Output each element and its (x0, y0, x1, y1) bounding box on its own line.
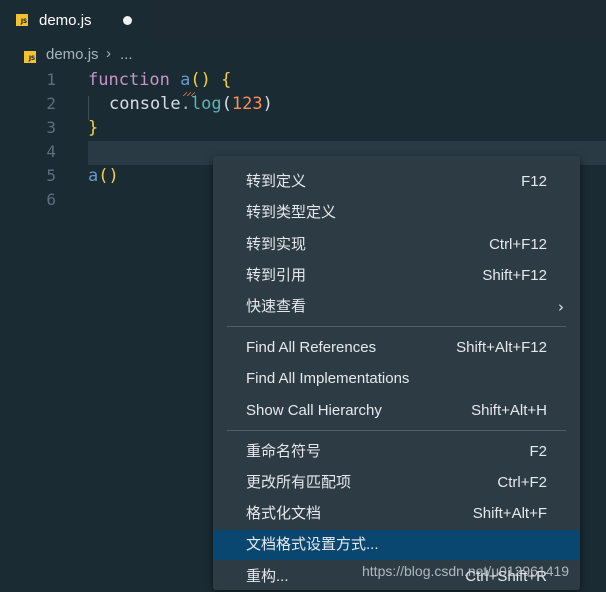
menu-item-shortcut: F2 (529, 443, 547, 460)
watermark: https://blog.csdn.net/u012961419 (362, 563, 570, 579)
menu-item-go-to-references[interactable]: 转到引用 Shift+F12 (213, 261, 580, 291)
menu-item-shortcut: Shift+Alt+F12 (456, 339, 547, 356)
menu-item-label: 文档格式设置方式... (246, 536, 379, 553)
menu-separator (227, 326, 566, 327)
menu-item-shortcut: Shift+F12 (482, 267, 547, 284)
chevron-right-icon: › (558, 298, 564, 316)
menu-item-shortcut: F12 (521, 173, 547, 190)
menu-item-rename-symbol[interactable]: 重命名符号 F2 (213, 437, 580, 467)
paren: ( (221, 94, 232, 114)
tab-bar: JS demo.js (0, 0, 606, 41)
breadcrumb-symbol[interactable]: ... (120, 46, 133, 63)
line-number: 4 (46, 142, 56, 161)
unsaved-dot-icon[interactable] (123, 16, 132, 25)
function-call: a (88, 166, 99, 186)
menu-item-label: 转到定义 (246, 173, 307, 190)
menu-item-show-call-hierarchy[interactable]: Show Call Hierarchy Shift+Alt+H (213, 396, 580, 426)
object-name: console (109, 94, 181, 114)
brace: } (88, 118, 99, 138)
js-file-icon: JS (16, 14, 28, 26)
menu-item-shortcut: Ctrl+F12 (489, 236, 547, 253)
line-number: 6 (46, 190, 56, 209)
menu-item-shortcut: Shift+Alt+F (472, 505, 547, 522)
function-name: a (180, 70, 191, 90)
menu-item-go-to-type-definition[interactable]: 转到类型定义 (213, 198, 580, 228)
paren: () (190, 70, 211, 90)
tab-label: demo.js (39, 12, 92, 29)
line-number: 2 (46, 94, 56, 113)
menu-item-label: 更改所有匹配项 (246, 474, 352, 491)
menu-item-label: 重构... (246, 568, 289, 585)
menu-item-label: 转到类型定义 (246, 204, 337, 221)
menu-item-label: Show Call Hierarchy (246, 402, 382, 419)
js-file-icon: JS (24, 51, 36, 63)
chevron-right-icon: › (106, 45, 111, 62)
dot: . (180, 94, 191, 114)
menu-item-format-document[interactable]: 格式化文档 Shift+Alt+F (213, 499, 580, 529)
tab-demo-js[interactable]: JS demo.js (0, 0, 148, 41)
code-line-1: function a() { (88, 68, 231, 92)
menu-item-label: Find All Implementations (246, 370, 410, 387)
code-line-2: console.log(123) (109, 92, 273, 116)
brace: { (221, 70, 232, 90)
breadcrumb-file[interactable]: demo.js (46, 46, 99, 63)
menu-item-find-all-implementations[interactable]: Find All Implementations (213, 364, 580, 394)
menu-item-label: Find All References (246, 339, 377, 356)
menu-item-go-to-definition[interactable]: 转到定义 F12 (213, 167, 580, 197)
line-number: 1 (46, 70, 56, 89)
menu-item-label: 快速查看 (246, 298, 307, 315)
method-name: log (190, 94, 222, 114)
keyword: function (88, 70, 170, 90)
menu-item-label: 转到引用 (246, 267, 307, 284)
menu-item-peek[interactable]: 快速查看 › (213, 292, 580, 322)
menu-separator (227, 430, 566, 431)
number-literal: 123 (231, 94, 263, 114)
menu-item-shortcut: Shift+Alt+H (471, 402, 547, 419)
menu-item-shortcut: Ctrl+F2 (497, 474, 547, 491)
paren: () (98, 166, 119, 186)
breadcrumb: JS demo.js › ... (0, 41, 606, 69)
menu-item-find-all-references[interactable]: Find All References Shift+Alt+F12 (213, 333, 580, 363)
code-line-5: a() (88, 164, 119, 188)
menu-item-change-all-occurrences[interactable]: 更改所有匹配项 Ctrl+F2 (213, 468, 580, 498)
line-number: 3 (46, 118, 56, 137)
menu-item-label: 转到实现 (246, 236, 307, 253)
menu-item-go-to-implementation[interactable]: 转到实现 Ctrl+F12 (213, 230, 580, 260)
context-menu: 转到定义 F12 转到类型定义 转到实现 Ctrl+F12 转到引用 Shift… (213, 156, 580, 590)
paren: ) (262, 94, 273, 114)
code-line-3: } (88, 116, 98, 140)
menu-item-format-document-with[interactable]: 文档格式设置方式... (213, 530, 580, 560)
menu-item-label: 重命名符号 (246, 443, 322, 460)
line-number: 5 (46, 166, 56, 185)
menu-item-label: 格式化文档 (246, 505, 322, 522)
